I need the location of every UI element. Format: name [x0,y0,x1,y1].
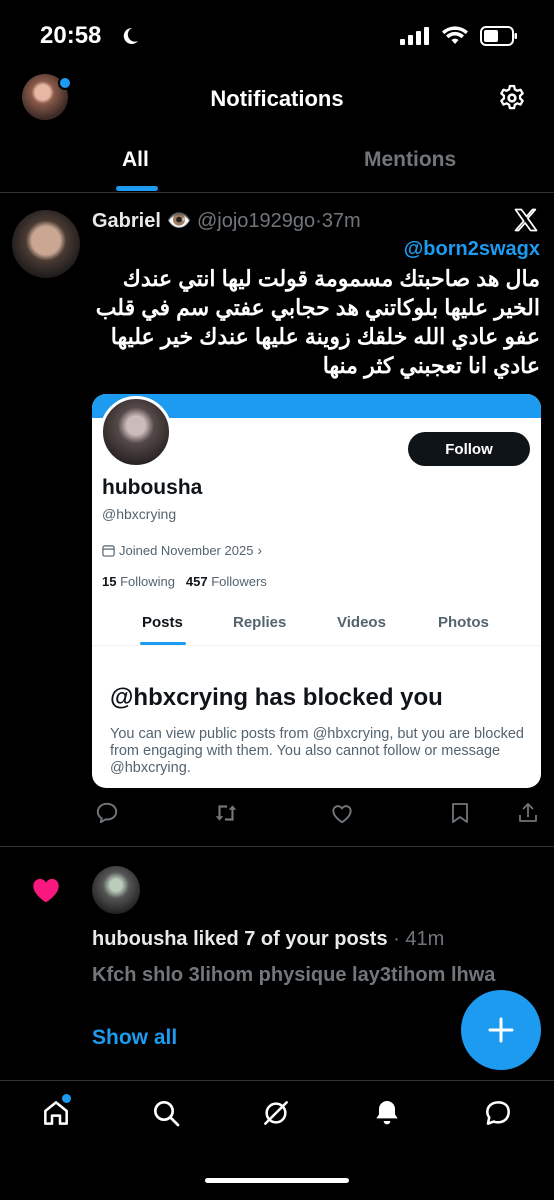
home-notification-dot [62,1094,71,1103]
messages-icon[interactable] [482,1096,514,1130]
card-tab-photos: Photos [438,614,489,631]
author-name[interactable]: Gabriel [92,210,161,232]
bell-icon[interactable] [371,1096,403,1130]
home-indicator [205,1178,349,1183]
plus-icon [488,1017,514,1043]
card-tab-replies: Replies [233,614,287,631]
joined-date: Joined November 2025 › [102,542,262,558]
notification-action: liked 7 of your posts [193,928,388,950]
grok-icon[interactable] [260,1096,292,1130]
reply-icon[interactable] [94,800,120,826]
tab-indicator [116,186,158,191]
liker-avatar[interactable] [92,866,140,914]
calendar-icon [102,544,115,557]
follow-button: Follow [408,432,530,466]
card-tab-posts: Posts [142,614,183,631]
signal-icon [400,27,429,45]
blocked-description: You can view public posts from @hbxcryin… [110,726,524,776]
card-tab-videos: Videos [337,614,386,631]
compose-button[interactable] [461,990,541,1070]
author-handle[interactable]: @jojo1929go [197,210,315,232]
x-logo-icon [514,208,538,232]
embedded-screenshot[interactable]: Follow hubousha @hbxcrying Joined Novemb… [92,394,541,788]
liker-name[interactable]: hubousha [92,928,188,950]
wifi-icon [442,26,468,44]
status-icons [400,26,518,46]
bookmark-icon[interactable] [448,800,472,826]
separator-dot: · [315,210,322,232]
moon-icon [123,27,138,44]
blocked-profile-avatar [100,396,172,468]
heart-icon [33,878,59,903]
followers-label: Followers [211,574,267,589]
tweet-text: مال هد صاحبتك مسمومة قولت ليها انتي عندك… [95,266,540,378]
follow-counts: 15 Following 457 Followers [102,574,267,589]
tab-mentions[interactable]: Mentions [364,148,456,172]
notification-summary[interactable]: hubousha liked 7 of your posts · 41m [92,928,444,951]
repost-icon[interactable] [212,800,240,826]
blocked-profile-name: hubousha [102,476,203,499]
blocked-title: @hbxcrying has blocked you [110,684,443,711]
battery-icon [480,26,517,46]
blocked-profile-handle: @hbxcrying [102,506,177,522]
search-icon[interactable] [150,1096,182,1130]
share-icon[interactable] [516,800,540,826]
author-avatar[interactable] [12,210,80,278]
status-time: 20:58 [40,22,102,49]
gear-icon[interactable] [496,82,528,114]
divider [0,192,554,193]
like-icon[interactable] [329,800,355,826]
joined-label: Joined November 2025 [119,542,254,558]
author-emoji: 👁️ [166,210,192,232]
divider [0,846,554,847]
liked-post-text: Kfch shlo 3lihom physique lay3tihom lhwa [92,964,496,986]
following-count: 15 [102,574,117,589]
page-title: Notifications [210,86,344,111]
followers-count: 457 [185,574,208,589]
bottom-nav-divider [0,1080,554,1081]
tweet-header: Gabriel 👁️ @jojo1929go·37m [92,208,361,233]
notification-time: 41m [405,928,445,950]
show-all-link[interactable]: Show all [92,1026,177,1050]
tweet-time: 37m [321,210,361,232]
chevron-right-icon: › [257,542,263,558]
tab-all[interactable]: All [122,148,149,172]
following-label: Following [120,574,176,589]
card-divider [92,645,541,646]
reply-mention[interactable]: @born2swagx [404,238,540,261]
separator-dot: · [393,928,400,950]
